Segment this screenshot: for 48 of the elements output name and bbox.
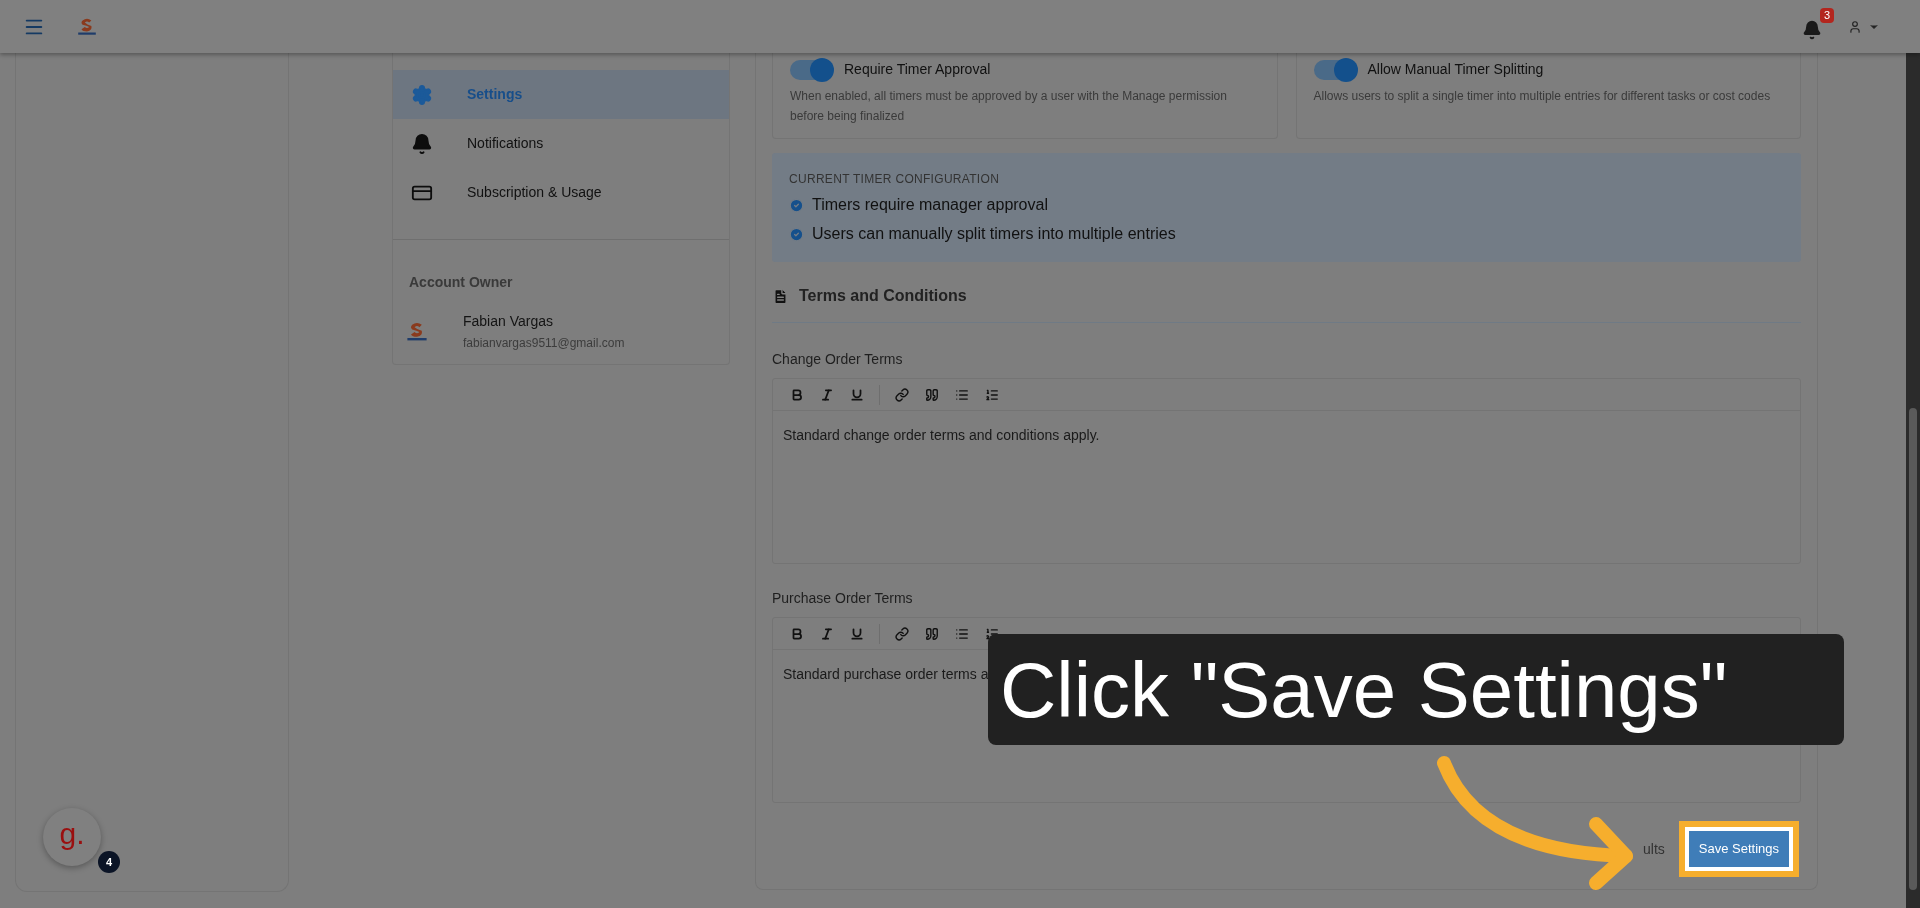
nav-label: Subscription & Usage <box>467 183 602 202</box>
notification-badge: 3 <box>1819 7 1834 23</box>
quote-icon <box>925 626 939 641</box>
count-badge: 4 <box>98 851 120 873</box>
bold-icon <box>790 626 804 641</box>
underline-icon <box>850 387 864 402</box>
panel-title: CURRENT TIMER CONFIGURATION <box>789 171 1001 188</box>
toggle-label: Require Timer Approval <box>844 60 991 79</box>
notifications-button[interactable]: 3 <box>1802 7 1834 42</box>
italic-icon <box>820 626 834 641</box>
document-icon <box>772 287 789 305</box>
nav-label: Notifications <box>467 134 544 153</box>
owner-name: Fabian Vargas <box>463 312 554 331</box>
toggle-label: Allow Manual Timer Splitting <box>1367 60 1544 79</box>
bell-icon <box>411 132 433 155</box>
editor-text: Standard purchase order terms a <box>783 666 989 682</box>
link-icon <box>895 626 909 641</box>
numbered-list-icon <box>985 626 999 641</box>
numbered-list-icon <box>985 387 999 402</box>
save-settings-button[interactable]: Save Settings <box>1688 831 1789 867</box>
user-icon <box>1848 19 1862 34</box>
quote-icon <box>925 387 939 402</box>
owner-email: fabianvargas9511@gmail.com <box>463 335 625 352</box>
check-circle-icon <box>789 197 804 213</box>
underline-icon <box>850 626 864 641</box>
nav-label: Settings <box>467 85 523 104</box>
toggle-description: Allows users to split a single timer into multiple entries for different tasks or cost codes <box>1313 88 1772 105</box>
toggle-description: When enabled, all timers must be approved by a user with the Manage permission before being finalized <box>790 88 1228 125</box>
nav-item[interactable]: Subscription & Usage <box>393 168 729 217</box>
bold-icon <box>790 387 804 402</box>
section-title: Terms and Conditions <box>799 286 967 306</box>
editor-text: Standard change order terms and conditions apply. <box>783 427 1100 443</box>
nav-item[interactable]: Notifications <box>393 119 729 168</box>
bullet-list-icon <box>955 626 969 641</box>
field-label: Change Order Terms <box>772 350 904 369</box>
section-heading: Account Owner <box>408 273 514 292</box>
bullet-list-icon <box>955 387 969 402</box>
configuration-item: Users can manually split timers into multiple entries <box>812 224 1176 244</box>
link-icon <box>895 387 909 402</box>
account-button[interactable] <box>1848 19 1880 34</box>
settings-icon <box>411 83 433 106</box>
italic-icon <box>820 387 834 402</box>
field-label: Purchase Order Terms <box>772 589 914 608</box>
rich-text-editor[interactable]: Standard change order terms and conditions apply. <box>772 378 1801 564</box>
bell-icon <box>1802 19 1822 40</box>
button-text[interactable]: ults <box>1643 838 1665 860</box>
check-circle-icon <box>789 226 804 242</box>
configuration-item: Timers require manager approval <box>812 195 1048 215</box>
